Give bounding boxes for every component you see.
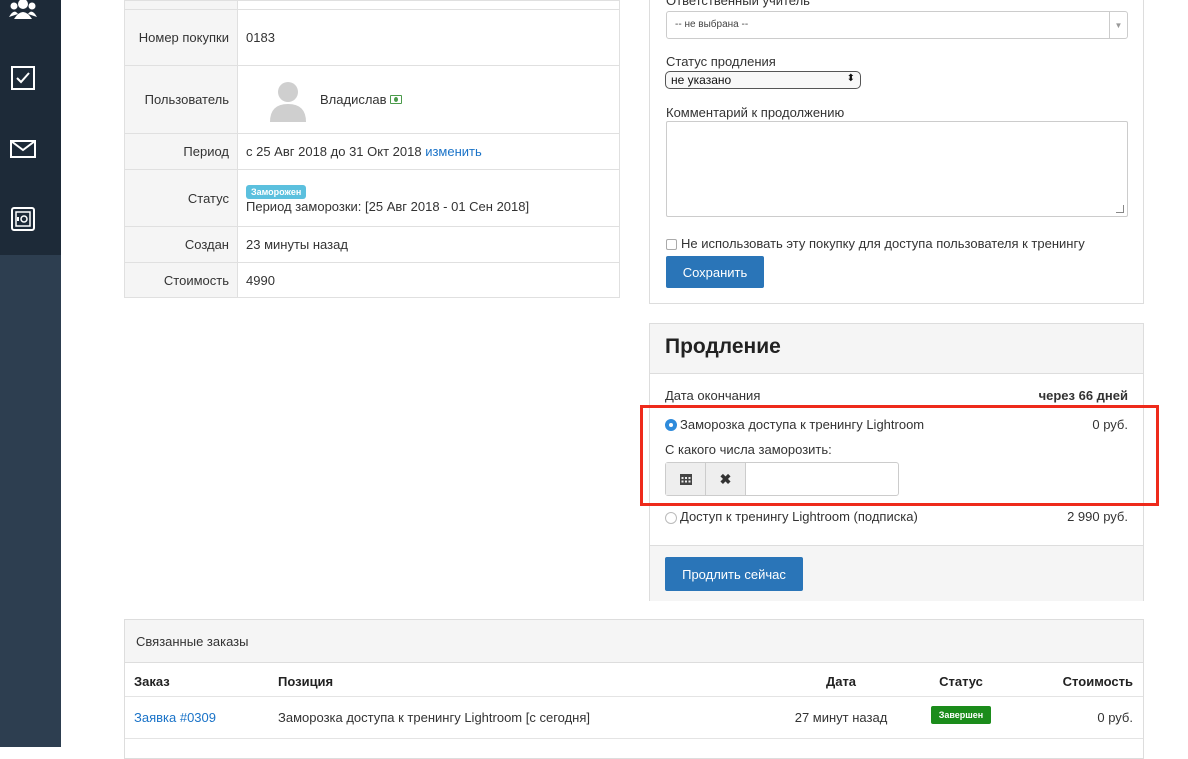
user-label: Пользователь [124,65,238,134]
freeze-period: Период заморозки: [25 Авг 2018 - 01 Сен … [246,198,530,214]
chevron-down-icon: ▼ [1109,12,1127,38]
settings-panel: Ответственный учитель -- не выбрана -- ▼… [649,0,1144,304]
created-value: 23 минуты назад [237,226,620,263]
related-orders-header: Связанные заказы [125,620,1143,663]
subscription-option-price: 2 990 руб. [1067,509,1128,524]
column-header-date: Дата [825,674,857,689]
users-icon[interactable] [8,0,38,24]
renewal-status-select[interactable]: не указано ⬍ [665,71,861,89]
comment-textarea[interactable] [666,121,1128,217]
created-label: Создан [124,226,238,263]
checkbox-icon[interactable] [8,63,38,93]
row-divider [125,738,1143,739]
save-button[interactable]: Сохранить [666,256,764,288]
status-badge: Завершен [930,706,992,724]
subscription-option-radio[interactable] [665,512,677,524]
renewal-status-value: не указано [671,73,732,87]
details-top-cell [124,0,238,10]
end-date-value: через 66 дней [1038,388,1128,403]
purchase-number-label: Номер покупки [124,9,238,66]
renewal-status-label: Статус продления [666,54,776,69]
user-name-link[interactable]: Владислав [320,92,387,107]
no-access-checkbox[interactable] [666,239,677,250]
related-orders-panel: Связанные заказы Заказ Позиция Дата Стат… [124,619,1144,759]
comment-label: Комментарий к продолжению [666,105,845,120]
column-header-cost: Стоимость [1062,674,1133,689]
status-badge: Заморожен [246,184,307,199]
details-top-cell [237,0,620,10]
purchase-details-table: Номер покупки 0183 Пользователь Владисла… [124,0,620,298]
safe-icon[interactable] [8,204,38,234]
teacher-label: Ответственный учитель [666,0,810,8]
order-cost: 0 руб. [1097,710,1133,725]
row-divider [125,696,1143,697]
renewal-title: Продление [665,335,781,358]
period-value: с 25 Авг 2018 до 31 Окт 2018 [246,144,422,159]
order-status-cell: Завершен [921,706,1001,724]
cost-value: 4990 [237,262,620,298]
column-header-position: Позиция [278,674,334,689]
order-link[interactable]: Заявка #0309 [134,710,216,725]
status-label: Статус [124,169,238,227]
order-date: 27 минут назад [794,710,888,725]
no-access-label: Не использовать эту покупку для доступа … [681,236,1085,251]
column-header-status: Статус [939,674,983,689]
column-header-order: Заказ [134,674,170,689]
resize-grip-icon[interactable] [1116,205,1124,213]
highlight-box [640,405,1159,506]
mail-icon[interactable] [8,134,38,164]
purchase-number: 0183 [237,9,620,66]
avatar[interactable] [266,78,310,122]
updown-arrows-icon: ⬍ [846,73,855,84]
sidebar [0,0,61,747]
subscription-option-label: Доступ к тренингу Lightroom (подписка) [680,509,918,524]
teacher-select[interactable]: -- не выбрана -- ▼ [666,11,1128,39]
money-icon[interactable] [389,95,402,104]
end-date-label: Дата окончания [665,388,761,403]
cost-label: Стоимость [124,262,238,298]
related-orders-title: Связанные заказы [136,634,249,649]
renewal-header: Продление [650,324,1143,374]
period-change-link[interactable]: изменить [425,144,482,159]
period-label: Период [124,133,238,170]
order-position: Заморозка доступа к тренингу Lightroom [… [278,710,591,725]
renew-now-button[interactable]: Продлить сейчас [665,557,803,591]
teacher-select-value: -- не выбрана -- [675,19,749,30]
